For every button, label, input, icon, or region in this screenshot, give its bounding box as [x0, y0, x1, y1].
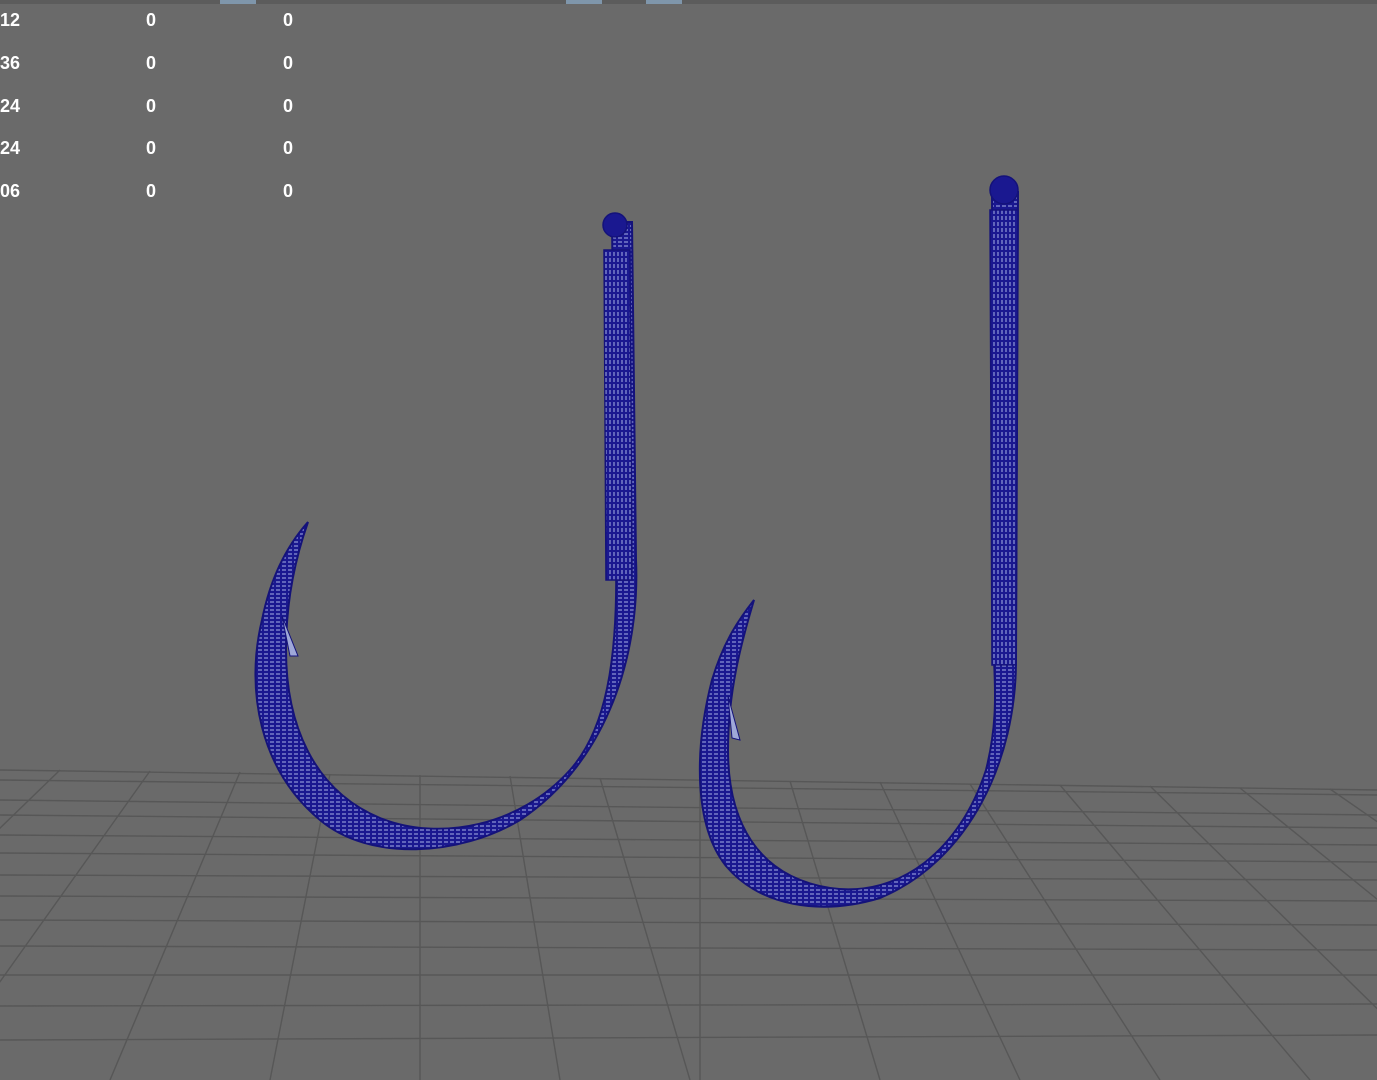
- hud-value: 0: [283, 96, 294, 116]
- hud-value: 24: [0, 138, 21, 158]
- hud-row: 24 0 0: [0, 136, 320, 160]
- hud-row: 12 0 0: [0, 8, 320, 32]
- hud-value: 0: [146, 138, 157, 158]
- hud-value: 0: [283, 10, 294, 30]
- hud-row: 36 0 0: [0, 51, 320, 75]
- hud-value: 24: [0, 96, 21, 116]
- hud-value: 0: [146, 181, 157, 201]
- hud-value: 0: [283, 138, 294, 158]
- fish-hook-left[interactable]: [254, 212, 638, 851]
- hud-row: 06 0 0: [0, 179, 320, 203]
- hud-value: 12: [0, 10, 21, 30]
- hud-value: 0: [283, 181, 294, 201]
- hud-value: 06: [0, 181, 21, 201]
- hud-row: 24 0 0: [0, 94, 320, 118]
- fish-hook-right[interactable]: [698, 175, 1020, 908]
- hud-value: 36: [0, 53, 21, 73]
- hud-value: 0: [146, 96, 157, 116]
- 3d-viewport[interactable]: 12 0 0 36 0 0 24 0 0 24 0 0 06 0 0: [0, 0, 1377, 1080]
- heads-up-display: 12 0 0 36 0 0 24 0 0 24 0 0 06 0 0: [0, 0, 320, 210]
- hud-value: 0: [146, 53, 157, 73]
- ground-grid: [0, 769, 1377, 1080]
- hud-value: 0: [146, 10, 157, 30]
- hud-value: 0: [283, 53, 294, 73]
